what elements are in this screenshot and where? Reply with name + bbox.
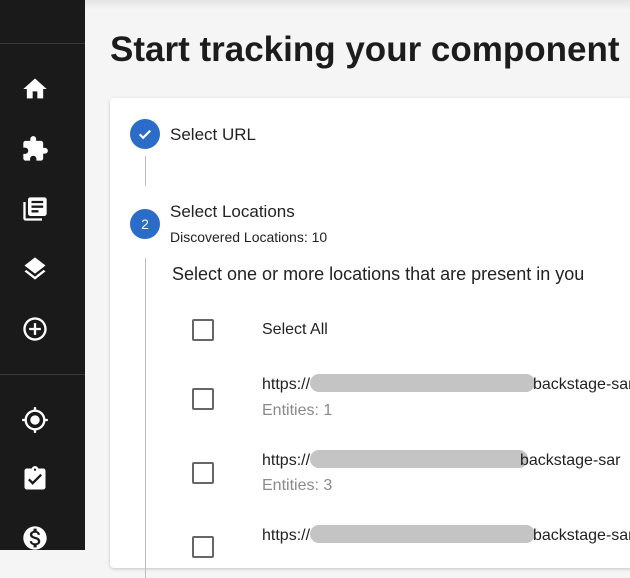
step-2-subtitle: Discovered Locations: 10 (170, 229, 328, 245)
sidebar-item-cost[interactable] (20, 523, 50, 553)
location-entities-count: Entities: 3 (262, 477, 333, 494)
location-checkbox[interactable] (192, 462, 214, 484)
location-checkbox[interactable] (192, 388, 214, 410)
sidebar-item-create[interactable] (20, 314, 50, 344)
redacted-url-segment (310, 525, 535, 543)
sidebar-item-plugins[interactable] (20, 134, 50, 164)
locations-instructions: Select one or more locations that are pr… (172, 264, 585, 284)
page-title: Start tracking your component (110, 30, 620, 69)
location-url-prefix: https:// (262, 376, 311, 393)
step-1-complete-indicator (130, 119, 160, 149)
location-url-prefix: https:// (262, 527, 311, 544)
home-icon (23, 78, 47, 99)
sidebar-item-tracking[interactable] (20, 405, 50, 435)
step-connector (145, 156, 146, 186)
layers-icon (24, 257, 46, 280)
sidebar-divider (0, 374, 85, 375)
location-url-suffix: backstage-sar (533, 376, 630, 393)
stepper-card: Select URL 2 Select Locations Discovered… (110, 98, 630, 578)
check-icon (138, 129, 152, 140)
top-bar (85, 0, 630, 10)
sidebar-divider (0, 43, 85, 44)
sidebar-item-docs[interactable] (20, 194, 50, 224)
sidebar (0, 0, 85, 550)
add-circle-icon (23, 317, 47, 341)
library-books-icon (23, 197, 47, 221)
location-url-suffix: backstage-sar (533, 527, 630, 544)
select-all-label: Select All (262, 321, 328, 338)
main-content: Start tracking your component Select URL… (85, 0, 630, 578)
select-all-checkbox[interactable] (192, 319, 214, 341)
location-checkbox[interactable] (192, 536, 214, 558)
sidebar-item-layers[interactable] (20, 254, 50, 284)
redacted-url-segment (310, 374, 535, 392)
step-content-line (145, 258, 146, 578)
redacted-url-segment (310, 450, 528, 468)
target-icon (22, 407, 48, 433)
location-url-prefix: https:// (262, 452, 311, 469)
step-1-label[interactable]: Select URL (170, 125, 256, 145)
dollar-icon (23, 526, 47, 550)
location-entities-count: Entities: 1 (262, 402, 333, 419)
location-url-suffix: backstage-sar (520, 452, 621, 469)
sidebar-item-checks[interactable] (20, 464, 50, 494)
step-2-indicator: 2 (130, 209, 160, 239)
puzzle-icon (23, 136, 48, 161)
clipboard-check-icon (24, 466, 46, 490)
sidebar-item-home[interactable] (20, 74, 50, 104)
step-2-label: Select Locations (170, 202, 295, 221)
